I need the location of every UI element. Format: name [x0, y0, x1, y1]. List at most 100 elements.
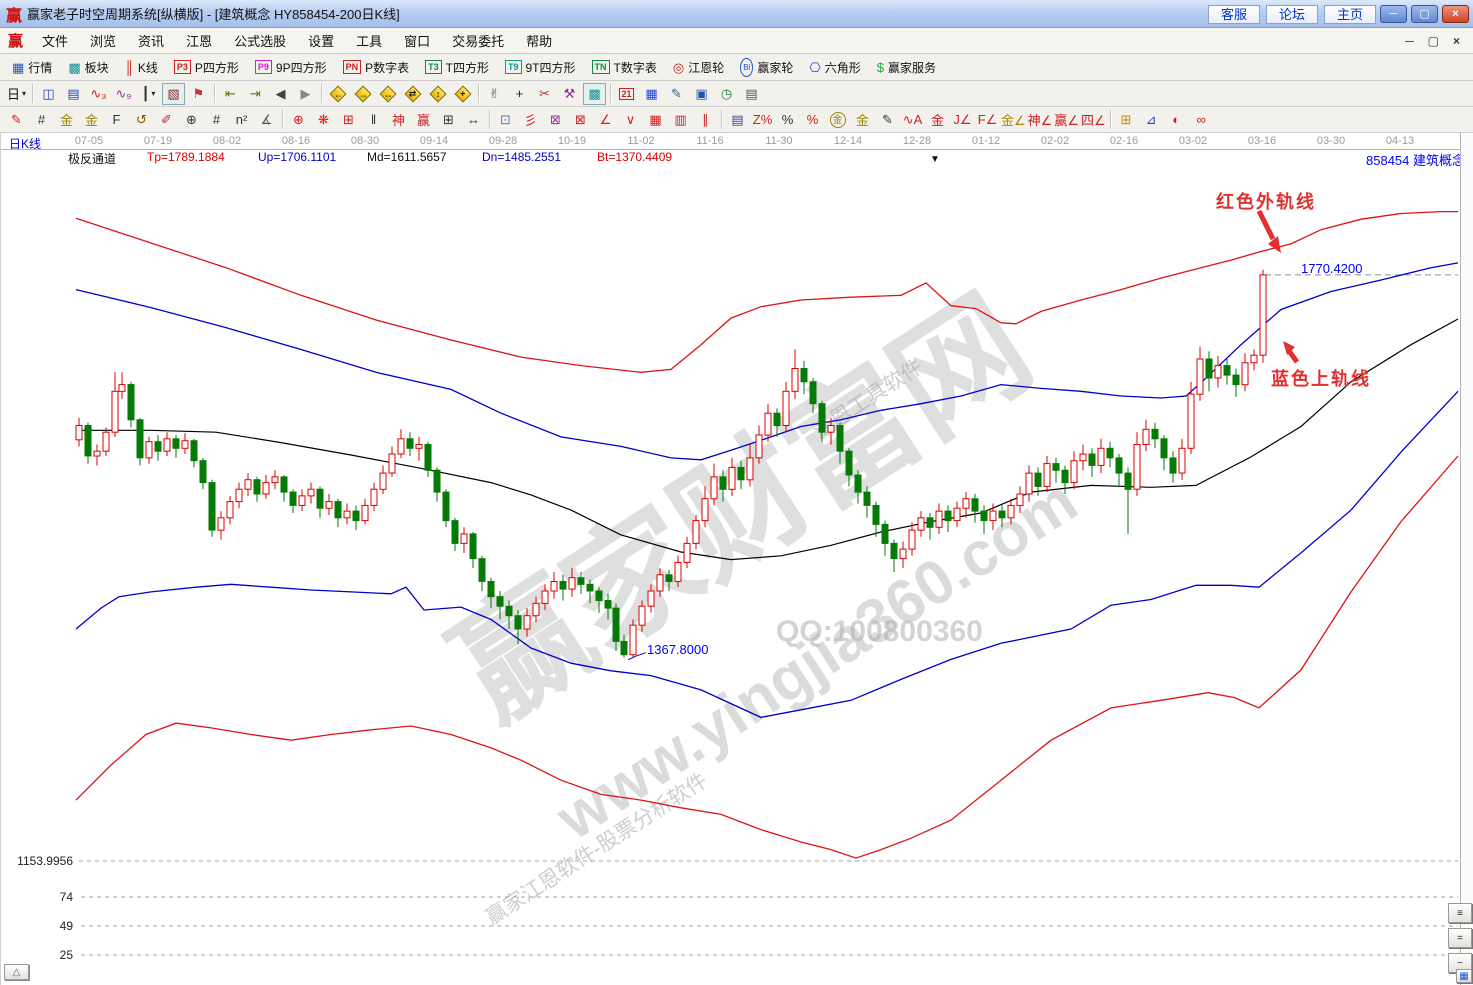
measure-cut-icon[interactable]: ✂	[533, 83, 556, 105]
menu-item-文件[interactable]: 文件	[31, 28, 79, 53]
v-lines-icon[interactable]: ∨	[619, 109, 642, 131]
wave-3-icon[interactable]: ∿₃	[87, 83, 110, 105]
draw-pen-icon[interactable]: ✎	[5, 109, 28, 131]
wave-a-icon[interactable]: ∿A	[901, 109, 924, 131]
customer-service-button[interactable]: 客服	[1207, 4, 1260, 24]
menu-item-公式选股[interactable]: 公式选股	[223, 28, 297, 53]
cycle-vertical-icon[interactable]: ↕	[426, 83, 449, 105]
cycle-both-icon[interactable]: ↔	[376, 83, 399, 105]
winner-service-button[interactable]: $ 赢家服务	[869, 56, 944, 78]
period-day-icon[interactable]: 日 ▾	[5, 83, 28, 105]
ruler-pen-icon[interactable]: ✐	[155, 109, 178, 131]
crosshair-icon[interactable]: +	[508, 83, 531, 105]
gold-line-icon[interactable]: 金	[851, 109, 874, 131]
flag-mark-icon[interactable]: ⚑	[187, 83, 210, 105]
region-select-icon[interactable]: ▧	[162, 82, 185, 105]
gold-circle-icon[interactable]: 金	[826, 109, 849, 131]
gold-grid-1-icon[interactable]: 金	[55, 109, 78, 131]
color-bars-icon[interactable]: ▤	[726, 109, 749, 131]
pane-layout-button-1[interactable]: ≡	[1448, 903, 1472, 923]
cycle-all-icon[interactable]: +	[451, 83, 474, 105]
9t-square-button[interactable]: T9 9T四方形	[497, 56, 584, 78]
yinyang-icon[interactable]: ◐	[1165, 109, 1188, 131]
save-icon[interactable]: ▣	[690, 83, 713, 105]
candlestick-chart[interactable]	[1, 133, 1473, 985]
gann-circle-icon[interactable]: ⊕	[180, 109, 203, 131]
calculator-icon[interactable]: ▦	[640, 83, 663, 105]
circle-target-icon[interactable]: ⊕	[287, 109, 310, 131]
pan-hand-icon[interactable]: ✌	[483, 83, 506, 105]
angle-j-icon[interactable]: J∠	[951, 109, 974, 131]
infinity-icon[interactable]: ∞	[1190, 109, 1213, 131]
kline-button[interactable]: ║ K线	[117, 56, 166, 78]
9p-square-button[interactable]: P9 9P四方形	[247, 56, 335, 78]
gold-grid-2-icon[interactable]: 金	[80, 109, 103, 131]
shen-grid-icon[interactable]: 神	[387, 109, 410, 131]
menu-item-窗口[interactable]: 窗口	[393, 28, 441, 53]
menu-item-设置[interactable]: 设置	[297, 28, 345, 53]
notes-icon[interactable]: ✎	[665, 83, 688, 105]
menu-item-资讯[interactable]: 资讯	[127, 28, 175, 53]
doc-restore-button[interactable]: ▢	[1421, 34, 1446, 48]
candle-style-icon[interactable]: ┃ ▾	[137, 83, 160, 105]
prev-bar-icon[interactable]: ◀	[269, 83, 292, 105]
menu-item-工具[interactable]: 工具	[345, 28, 393, 53]
homepage-button[interactable]: 主页	[1323, 4, 1376, 24]
win-grid-icon[interactable]: 赢	[412, 109, 435, 131]
pane-layout-button-4[interactable]: ▦	[1456, 969, 1472, 983]
trend-chart-icon[interactable]: ⊿	[1140, 109, 1163, 131]
percent-line-icon[interactable]: %	[801, 109, 824, 131]
restore-button[interactable]: ▢	[1411, 4, 1438, 23]
number-grid-icon[interactable]: ⊞	[437, 109, 460, 131]
gold-box-icon[interactable]: 金	[926, 109, 949, 131]
calendar-icon[interactable]: 21	[615, 83, 638, 105]
gann-wheel-button[interactable]: ◎ 江恩轮	[665, 56, 732, 78]
parallel-lines-icon[interactable]: ∥	[694, 109, 717, 131]
minimize-button[interactable]: ─	[1380, 4, 1407, 23]
angle-f-icon[interactable]: F∠	[976, 109, 999, 131]
cycle-right-icon[interactable]: →	[351, 83, 374, 105]
gann-web-icon[interactable]: ❋	[312, 109, 335, 131]
winner-wheel-button[interactable]: Bi 赢家轮	[732, 56, 801, 78]
red-box-x-icon[interactable]: ⊠	[569, 109, 592, 131]
sectors-button[interactable]: ▩ 板块	[60, 56, 116, 78]
red-grid-1-icon[interactable]: ▦	[644, 109, 667, 131]
close-button[interactable]: ×	[1442, 4, 1469, 23]
angle-measure-icon[interactable]: ∡	[255, 109, 278, 131]
doc-close-button[interactable]: ×	[1446, 34, 1467, 48]
yellow-grid-icon[interactable]: ⊞	[1115, 109, 1138, 131]
p-number-table-button[interactable]: PN P数字表	[335, 56, 418, 78]
chart-window-icon[interactable]: ◫	[37, 83, 60, 105]
matrix-maze-icon[interactable]: ▩	[583, 82, 606, 105]
purple-box-x-icon[interactable]: ⊠	[544, 109, 567, 131]
next-bar-icon[interactable]: ▶	[294, 83, 317, 105]
menu-item-帮助[interactable]: 帮助	[515, 28, 563, 53]
spiral-icon[interactable]: ↺	[130, 109, 153, 131]
quotes-button[interactable]: ▦ 行情	[4, 56, 60, 78]
t-number-table-button[interactable]: TN T数字表	[584, 56, 665, 78]
grid-lines-icon[interactable]: #	[30, 109, 53, 131]
cycle-left-icon[interactable]: ←	[326, 83, 349, 105]
menu-item-浏览[interactable]: 浏览	[79, 28, 127, 53]
pane-layout-button-2[interactable]: =	[1448, 928, 1472, 948]
n-square-icon[interactable]: n²	[230, 109, 253, 131]
world-clock-icon[interactable]: ◷	[715, 83, 738, 105]
blue-box-icon[interactable]: ⊡	[494, 109, 517, 131]
p-square-button[interactable]: P3 P四方形	[166, 56, 247, 78]
gann-box-icon[interactable]: ⊞	[337, 109, 360, 131]
gann-tool-icon[interactable]: ⚒	[558, 83, 581, 105]
pen-bars-icon[interactable]: ✎	[876, 109, 899, 131]
angle-lines-icon[interactable]: ∠	[594, 109, 617, 131]
angle-si-icon[interactable]: 四∠	[1081, 109, 1106, 131]
price-measure-icon[interactable]: ‖	[362, 109, 385, 131]
go-last-icon[interactable]: ⇥	[244, 83, 267, 105]
time-grid-icon[interactable]: #	[205, 109, 228, 131]
width-measure-icon[interactable]: ↔	[462, 109, 485, 131]
go-first-icon[interactable]: ⇤	[219, 83, 242, 105]
doc-minimize-button[interactable]: ─	[1398, 34, 1421, 48]
rays-fan-icon[interactable]: 彡	[519, 109, 542, 131]
hexagon-button[interactable]: ⎔ 六角形	[801, 56, 868, 78]
forum-button[interactable]: 论坛	[1265, 4, 1318, 24]
menu-item-交易委托[interactable]: 交易委托	[441, 28, 515, 53]
menu-item-江恩[interactable]: 江恩	[175, 28, 223, 53]
